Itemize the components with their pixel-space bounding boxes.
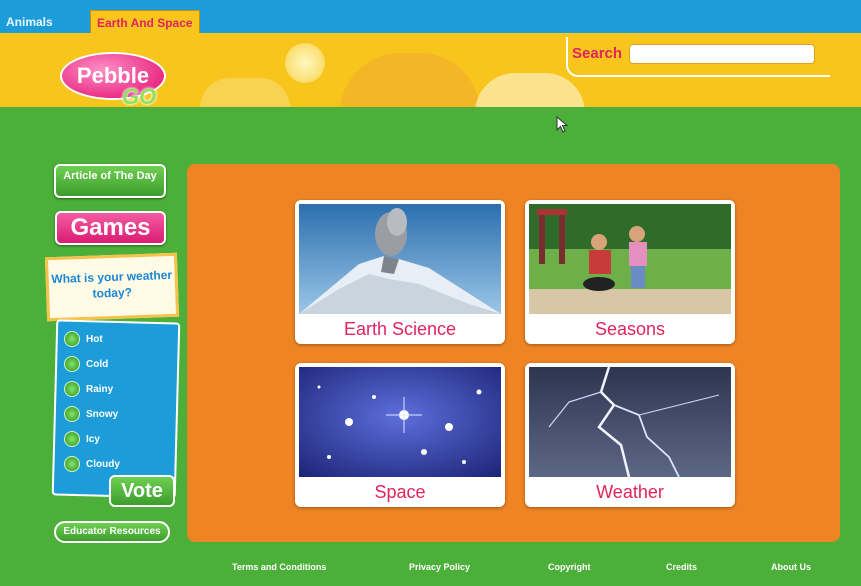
radio-button-icon[interactable]	[64, 356, 80, 373]
category-label: Space	[374, 482, 426, 502]
radio-button-icon[interactable]	[64, 431, 80, 448]
banner-cloud-decoration	[200, 78, 290, 107]
poll-option-rainy[interactable]: Rainy	[64, 381, 113, 403]
category-panel: Earth Science Seasons Space Weather	[187, 164, 840, 542]
children-playground-photo	[529, 204, 731, 314]
cloud-illustration	[475, 73, 585, 107]
footer-link-copyright[interactable]: Copyright	[548, 562, 591, 572]
footer-link-credits[interactable]: Credits	[666, 562, 697, 572]
footer-link-terms[interactable]: Terms and Conditions	[232, 562, 326, 572]
educator-resources-button[interactable]: Educator Resources	[54, 521, 170, 543]
poll-option-hot[interactable]: Hot	[64, 331, 103, 353]
radio-button-icon[interactable]	[64, 456, 80, 473]
article-of-the-day-button[interactable]: Article of The Day	[54, 164, 166, 198]
games-button[interactable]: Games	[55, 211, 166, 245]
poll-option-icy[interactable]: Icy	[64, 431, 100, 453]
top-tab-bar: Animals Earth And Space	[0, 0, 861, 35]
category-label: Seasons	[594, 319, 666, 339]
sun-illustration	[285, 43, 325, 83]
footer-links: Terms and Conditions Privacy Policy Copy…	[0, 560, 861, 580]
radio-button-icon[interactable]	[64, 406, 80, 423]
poll-option-snowy[interactable]: Snowy	[64, 406, 118, 428]
radio-button-icon[interactable]	[64, 381, 80, 398]
hill-illustration	[340, 53, 480, 107]
category-card-seasons[interactable]: Seasons	[525, 200, 735, 344]
category-card-space[interactable]: Space	[295, 363, 505, 507]
stars-photo	[299, 367, 501, 477]
category-label: Weather	[596, 482, 664, 502]
poll-option-cold[interactable]: Cold	[64, 356, 108, 378]
pebblego-logo[interactable]: Pebble GO	[60, 52, 180, 120]
category-card-earth-science[interactable]: Earth Science	[295, 200, 505, 344]
tab-earth-and-space[interactable]: Earth And Space	[90, 10, 200, 35]
vote-button[interactable]: Vote	[109, 475, 175, 507]
mouse-cursor-icon	[556, 116, 569, 133]
lightning-photo	[529, 367, 731, 477]
weather-poll: What is your weather today? Hot Cold Rai…	[44, 252, 184, 515]
poll-question: What is your weather today?	[51, 267, 173, 301]
search-input[interactable]	[629, 44, 815, 64]
search-label: Search	[572, 45, 623, 62]
tab-animals[interactable]: Animals	[0, 11, 59, 33]
logo-go-text: GO	[122, 84, 157, 109]
category-label: Earth Science	[343, 319, 457, 339]
volcano-photo	[299, 204, 501, 314]
footer-link-privacy[interactable]: Privacy Policy	[409, 562, 470, 572]
footer-link-about[interactable]: About Us	[771, 562, 811, 572]
category-card-weather[interactable]: Weather	[525, 363, 735, 507]
radio-button-icon[interactable]	[64, 331, 80, 348]
